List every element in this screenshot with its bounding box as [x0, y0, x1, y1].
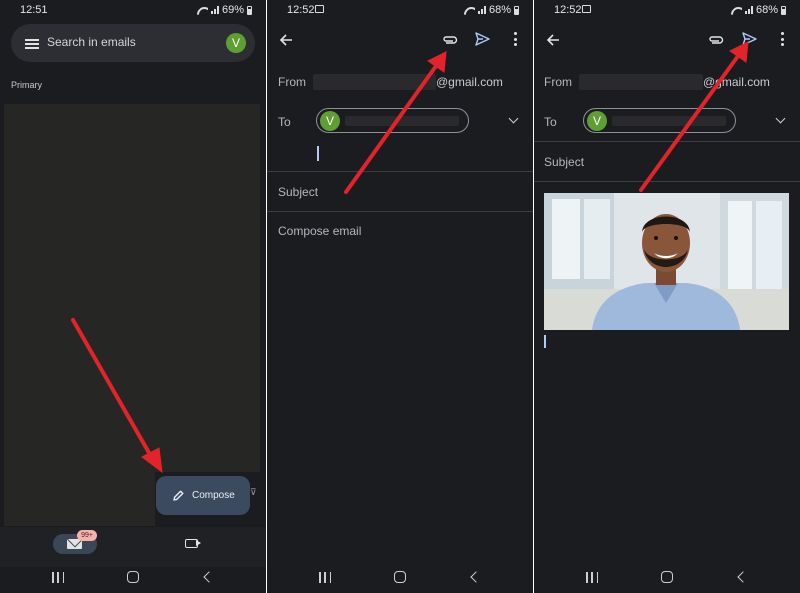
send-icon[interactable] [741, 31, 757, 47]
pencil-icon [173, 490, 184, 501]
battery-icon [247, 5, 252, 15]
recipient-chip[interactable]: V [316, 108, 469, 133]
filter-glyph: ⊽ [250, 487, 257, 497]
inbox-screen: 12:51 69% Search in emails V Primary ⊽ C… [0, 0, 266, 593]
wifi-icon [464, 6, 475, 15]
search-input[interactable]: Search in emails [47, 35, 136, 49]
more-vertical-icon[interactable] [513, 32, 517, 46]
signal-icon [744, 6, 753, 14]
chevron-down-icon[interactable] [508, 113, 519, 124]
gallery-notification-icon [582, 5, 591, 13]
bottom-navigation: 99+ [0, 527, 266, 567]
status-time: 12:52 [287, 4, 315, 16]
status-icons: 68% [731, 4, 786, 16]
gallery-notification-icon [315, 5, 324, 13]
back-icon[interactable] [470, 571, 482, 583]
home-icon[interactable] [661, 571, 673, 583]
account-avatar[interactable]: V [226, 33, 246, 53]
back-arrow-icon[interactable] [546, 33, 560, 47]
back-arrow-icon[interactable] [279, 33, 293, 47]
wifi-icon [197, 6, 208, 15]
recents-icon[interactable] [319, 572, 331, 583]
redacted-sender [579, 74, 703, 90]
battery-icon [781, 5, 786, 15]
recipient-chip[interactable]: V [583, 108, 736, 133]
signal-icon [210, 6, 219, 14]
compose-with-attachment-screen: 12:52 68% From @gmail.com To V Subject [534, 0, 800, 593]
attached-photo[interactable] [544, 193, 789, 330]
body-input[interactable]: Compose email [278, 224, 361, 238]
battery-percent: 68% [755, 4, 778, 16]
system-navigation [267, 567, 533, 593]
battery-percent: 68% [488, 4, 511, 16]
chevron-down-icon[interactable] [775, 113, 786, 124]
recipient-avatar: V [320, 111, 340, 131]
attachment-icon[interactable] [442, 33, 458, 47]
unread-badge: 99+ [77, 530, 97, 541]
compose-screen: 12:52 68% From @gmail.com To V Subject C… [267, 0, 533, 593]
divider [534, 141, 800, 142]
section-label-primary: Primary [11, 80, 42, 90]
video-camera-icon[interactable] [185, 539, 201, 548]
text-cursor [544, 335, 546, 348]
battery-percent: 69% [221, 4, 244, 16]
compose-label: Compose [192, 490, 235, 501]
compose-button[interactable]: Compose [156, 476, 250, 515]
recents-icon[interactable] [52, 572, 64, 583]
from-domain: @gmail.com [436, 75, 503, 89]
back-icon[interactable] [203, 571, 215, 583]
subject-input[interactable]: Subject [544, 155, 584, 169]
divider [267, 171, 533, 172]
send-icon[interactable] [474, 31, 490, 47]
status-time: 12:52 [554, 4, 582, 16]
photo-illustration [544, 193, 789, 330]
system-navigation [0, 567, 266, 593]
search-bar[interactable]: Search in emails V [11, 24, 255, 62]
subject-input[interactable]: Subject [278, 185, 318, 199]
menu-icon[interactable] [25, 39, 39, 49]
divider [267, 211, 533, 212]
wifi-icon [731, 6, 742, 15]
recipient-avatar: V [587, 111, 607, 131]
from-domain: @gmail.com [703, 75, 770, 89]
redacted-email-list [4, 104, 260, 472]
more-vertical-icon[interactable] [780, 32, 784, 46]
from-label: From [544, 75, 572, 89]
redacted-recipient [345, 116, 459, 126]
to-label: To [544, 115, 557, 129]
redacted-sender [313, 74, 436, 90]
home-icon[interactable] [127, 571, 139, 583]
home-icon[interactable] [394, 571, 406, 583]
recents-icon[interactable] [586, 572, 598, 583]
attachment-icon[interactable] [708, 33, 724, 47]
status-bar: 12:52 68% [267, 0, 533, 20]
signal-icon [477, 6, 486, 14]
divider [534, 181, 800, 182]
status-time: 12:51 [20, 4, 48, 16]
status-icons: 68% [464, 4, 519, 16]
back-icon[interactable] [737, 571, 749, 583]
system-navigation [534, 567, 800, 593]
text-cursor [317, 146, 319, 161]
to-label: To [278, 115, 291, 129]
redacted-email-list-bottom [4, 472, 155, 526]
redacted-recipient [612, 116, 726, 126]
status-bar: 12:52 68% [534, 0, 800, 20]
battery-icon [514, 5, 519, 15]
from-label: From [278, 75, 306, 89]
status-bar: 12:51 69% [0, 0, 266, 20]
status-icons: 69% [197, 4, 252, 16]
